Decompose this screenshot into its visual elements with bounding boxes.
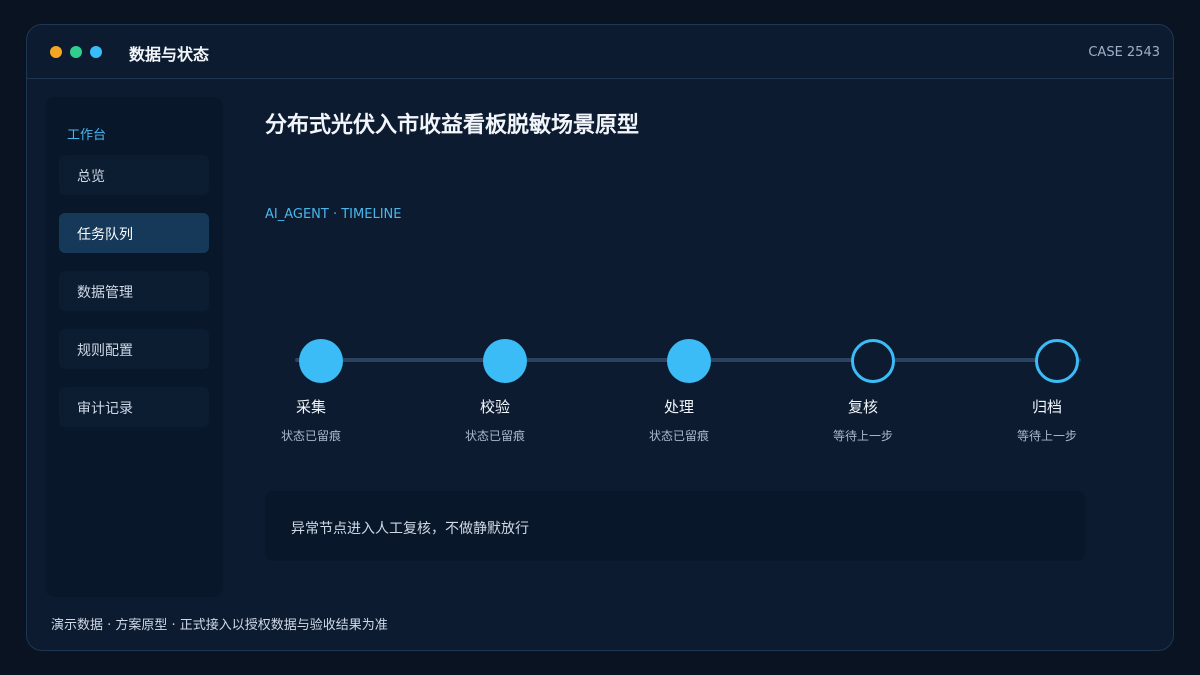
- timeline-step-collect-marker[interactable]: [299, 339, 343, 383]
- sidebar-item-task-queue[interactable]: 任务队列: [59, 213, 209, 253]
- notice-panel: 异常节点进入人工复核，不做静默放行: [265, 491, 1085, 561]
- timeline-step-status: 状态已留痕: [464, 429, 525, 443]
- sidebar-item-audit-log[interactable]: 审计记录: [59, 387, 209, 427]
- sidebar-item-label: 审计记录: [77, 401, 133, 417]
- timeline-step-label: 处理: [663, 398, 694, 416]
- minimize-window-button[interactable]: [90, 46, 102, 58]
- sidebar-item-label: 数据管理: [77, 285, 133, 301]
- timeline-step-verify-marker[interactable]: [483, 339, 527, 383]
- sidebar-item-data-management[interactable]: 数据管理: [59, 271, 209, 311]
- timeline-step-status: 状态已留痕: [280, 429, 341, 443]
- timeline-step-process-marker[interactable]: [667, 339, 711, 383]
- case-id-label: CASE 2543: [1088, 45, 1160, 60]
- sidebar-item-rule-config[interactable]: 规则配置: [59, 329, 209, 369]
- sidebar-item-label: 规则配置: [77, 343, 133, 359]
- app-window: 数据与状态 CASE 2543 工作台 总览 任务队列 数据管理 规则配置 审计…: [26, 24, 1174, 651]
- page-title: 分布式光伏入市收益看板脱敏场景原型: [265, 113, 640, 138]
- timeline-step-label: 复核: [847, 398, 878, 416]
- maximize-window-button[interactable]: [70, 46, 82, 58]
- notice-text: 异常节点进入人工复核，不做静默放行: [291, 521, 529, 537]
- timeline-step-review-marker[interactable]: [851, 339, 895, 383]
- title-bar: 数据与状态 CASE 2543: [27, 25, 1173, 79]
- section-subtitle: AI_AGENT · TIMELINE: [265, 207, 402, 222]
- timeline-step-status: 等待上一步: [832, 429, 893, 443]
- sidebar: 工作台 总览 任务队列 数据管理 规则配置 审计记录: [45, 97, 223, 597]
- sidebar-item-label: 任务队列: [77, 227, 133, 243]
- timeline-step-archive-marker[interactable]: [1035, 339, 1079, 383]
- sidebar-item-label: 总览: [77, 169, 105, 185]
- sidebar-item-overview[interactable]: 总览: [59, 155, 209, 195]
- footer-disclaimer: 演示数据 · 方案原型 · 正式接入以授权数据与验收结果为准: [51, 618, 388, 633]
- app-title: 数据与状态: [129, 45, 210, 64]
- sidebar-heading: 工作台: [67, 128, 107, 143]
- timeline-step-label: 采集: [295, 398, 326, 416]
- timeline-step-status: 状态已留痕: [648, 429, 709, 443]
- timeline-step-label: 归档: [1031, 398, 1062, 416]
- timeline-step-status: 等待上一步: [1016, 429, 1077, 443]
- close-window-button[interactable]: [50, 46, 62, 58]
- timeline-step-label: 校验: [479, 398, 510, 416]
